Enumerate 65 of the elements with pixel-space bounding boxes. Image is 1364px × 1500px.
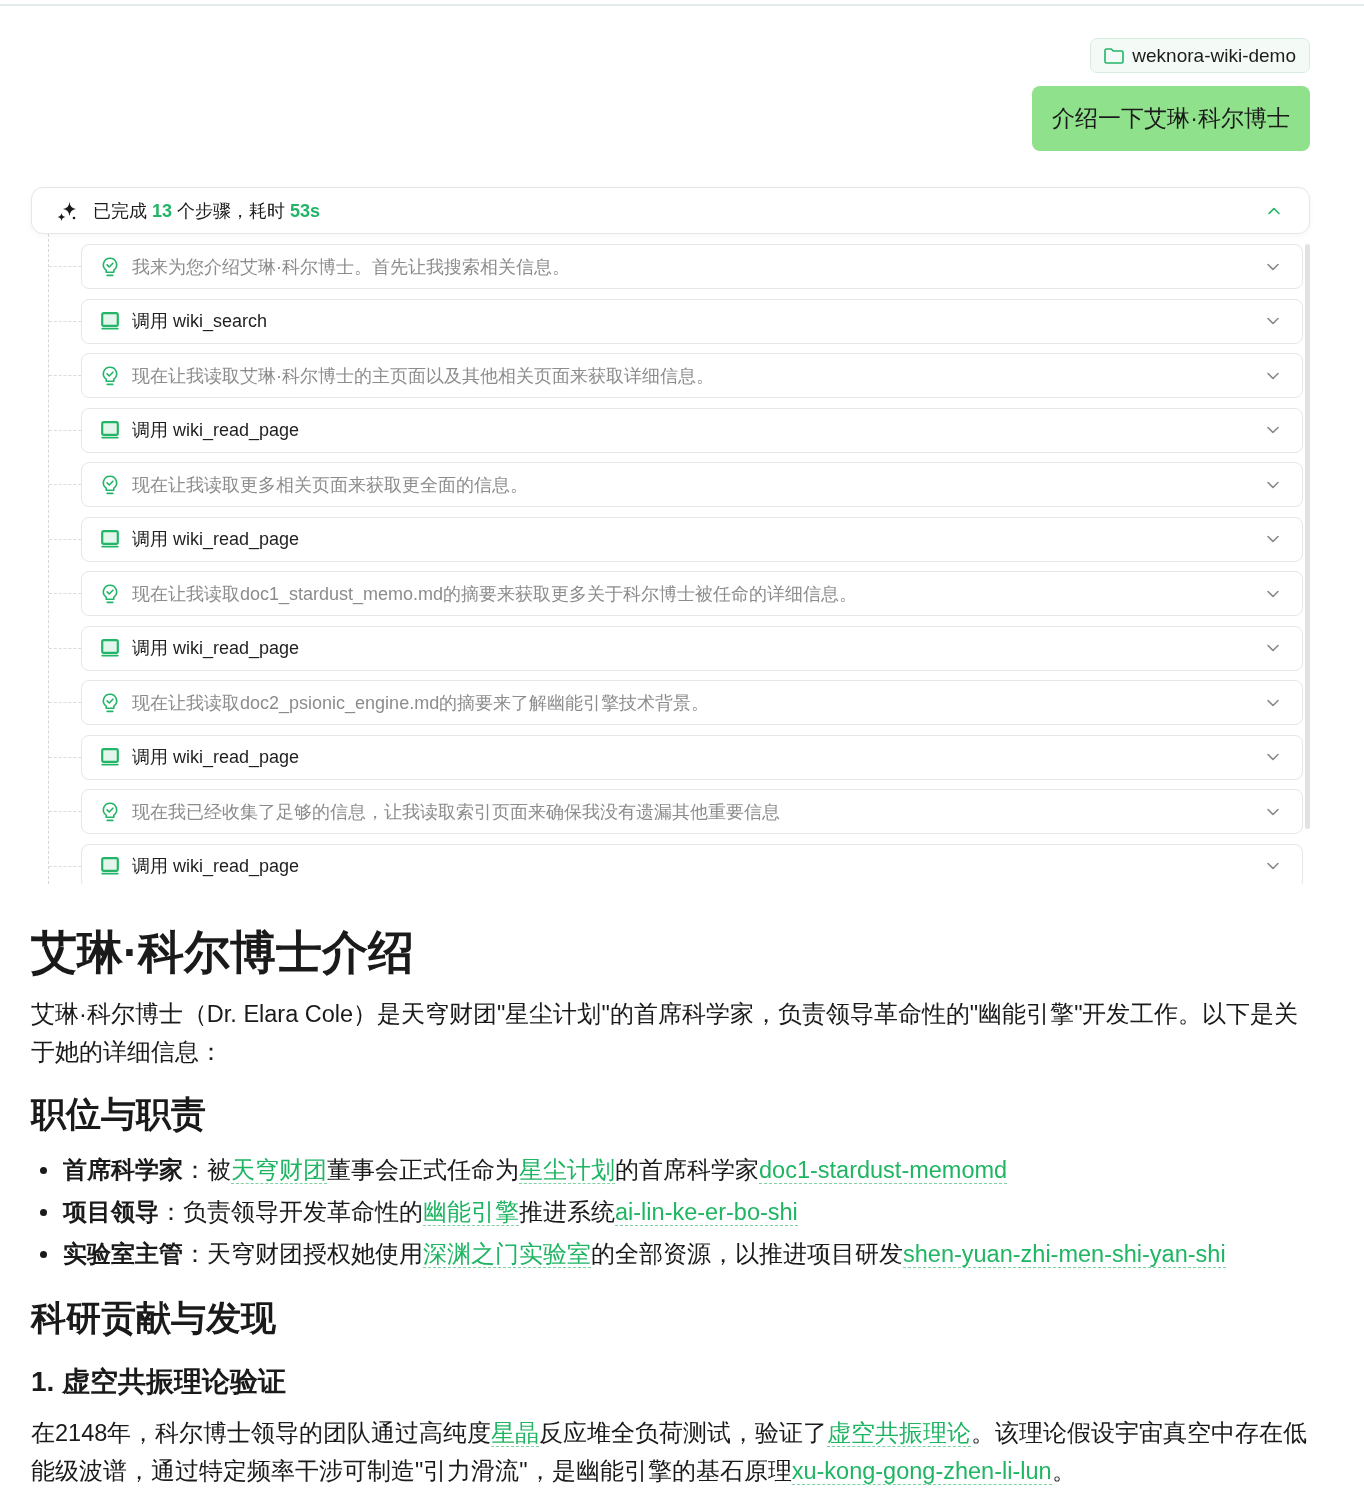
step-card[interactable]: 现在让我读取doc1_stardust_memo.md的摘要来获取更多关于科尔博士被任命的详细信息。 (81, 571, 1303, 616)
bullet-icon (40, 1167, 47, 1174)
lightbulb-check-icon (101, 692, 119, 713)
subsection-heading: 1. 虚空共振理论验证 (31, 1365, 288, 1399)
bullet-icon (40, 1209, 47, 1216)
step-text: 调用 wiki_read_page (132, 637, 300, 660)
lightbulb-check-icon (101, 583, 119, 604)
book-icon (101, 748, 119, 766)
paragraph-text: 在2148年，科尔博士领导的团队通过高纯度星晶反应堆全负荷测试，验证了虚空共振理论。该理论假设宇宙真空中存在低能级波谱，通过特定频率干涉可制造"引力滑流"，是幽能引擎的基石原理xu-kong-gong-zhen-li-lun。 (31, 1419, 1309, 1487)
step-text: 现在让我读取更多相关页面来获取更全面的信息。 (132, 473, 528, 497)
wiki-link[interactable]: 深渊之门实验室 (423, 1241, 591, 1268)
step-text: 现在让我读取艾琳·科尔博士的主页面以及其他相关页面来获取详细信息。 (132, 364, 714, 388)
step-text: 调用 wiki_read_page (132, 419, 300, 442)
step-card[interactable]: 现在让我读取更多相关页面来获取更全面的信息。 (81, 462, 1303, 507)
paragraph-text: 艾琳·科尔博士（Dr. Elara Cole）是天穹财团"星尘计划"的首席科学家，负责领导革命性的"幽能引擎"开发工作。以下是关于她的详细信息： (31, 1000, 1300, 1067)
sparkle-icon (57, 200, 77, 221)
book-icon (101, 421, 119, 439)
book-icon (101, 639, 119, 657)
folder-icon (1104, 47, 1125, 64)
step-text: 调用 wiki_read_page (132, 528, 300, 551)
step-card[interactable]: 调用 wiki_read_page (81, 843, 1303, 884)
step-text: 调用 wiki_read_page (132, 746, 300, 769)
wiki-link[interactable]: xu-kong-gong-zhen-li-lun (791, 1458, 1052, 1485)
list-item-text: 首席科学家：被天穹财团董事会正式任命为星尘计划的首席科学家doc1-stardust-memomd (63, 1156, 1008, 1186)
step-card[interactable]: 我来为您介绍艾琳·科尔博士。首先让我搜索相关信息。 (81, 244, 1303, 289)
book-icon (101, 857, 119, 875)
steps-summary-bar[interactable]: 已完成 13 个步骤，耗时 53s (31, 187, 1310, 234)
step-card[interactable]: 调用 wiki_search (81, 298, 1303, 344)
wiki-link[interactable]: ai-lin-ke-er-bo-shi (615, 1199, 798, 1226)
book-icon (101, 312, 119, 330)
step-card[interactable]: 调用 wiki_read_page (81, 516, 1303, 562)
list-item-text: 项目领导：负责领导开发革命性的幽能引擎推进系统ai-lin-ke-er-bo-shi (63, 1198, 798, 1228)
book-icon (101, 530, 119, 548)
wiki-link[interactable]: 星晶 (491, 1420, 540, 1447)
section-heading: 科研贡献与发现 (31, 1297, 277, 1339)
step-text: 现在让我读取doc2_psionic_engine.md的摘要来了解幽能引擎技术背景。 (132, 691, 710, 715)
step-card[interactable]: 调用 wiki_read_page (81, 625, 1303, 671)
wiki-link[interactable]: doc1-stardust-memomd (759, 1157, 1008, 1184)
step-card[interactable]: 现在让我读取doc2_psionic_engine.md的摘要来了解幽能引擎技术背景。 (81, 680, 1303, 725)
lightbulb-check-icon (101, 365, 119, 386)
steps-summary-text: 已完成 13 个步骤，耗时 53s (93, 199, 321, 223)
bullet-icon (40, 1251, 47, 1258)
step-card[interactable]: 现在让我读取艾琳·科尔博士的主页面以及其他相关页面来获取详细信息。 (81, 353, 1303, 398)
workspace-chip[interactable]: weknora-wiki-demo (1090, 38, 1310, 73)
section-heading: 职位与职责 (31, 1093, 207, 1135)
step-text: 现在让我读取doc1_stardust_memo.md的摘要来获取更多关于科尔博士被任命的详细信息。 (132, 582, 858, 606)
wiki-link[interactable]: 虚空共振理论 (827, 1420, 972, 1447)
step-text: 调用 wiki_read_page (132, 855, 300, 878)
wiki-link[interactable]: shen-yuan-zhi-men-shi-yan-shi (903, 1241, 1226, 1268)
lightbulb-check-icon (101, 801, 119, 822)
step-card[interactable]: 调用 wiki_read_page (81, 734, 1303, 780)
wiki-link[interactable]: 幽能引擎 (423, 1199, 519, 1226)
step-card[interactable]: 调用 wiki_read_page (81, 407, 1303, 453)
step-text: 现在我已经收集了足够的信息，让我读取索引页面来确保我没有遗漏其他重要信息 (132, 800, 780, 824)
scrollbar-thumb[interactable] (1305, 244, 1310, 829)
step-text: 调用 wiki_search (132, 310, 268, 333)
user-message-bubble: 介绍一下艾琳·科尔博士 (1032, 86, 1310, 151)
step-text: 我来为您介绍艾琳·科尔博士。首先让我搜索相关信息。 (132, 255, 570, 279)
list-item-text: 实验室主管：天穹财团授权她使用深渊之门实验室的全部资源，以推进项目研发shen-yuan-zhi-men-shi-yan-shi (63, 1240, 1226, 1270)
lightbulb-check-icon (101, 256, 119, 277)
answer-title: 艾琳·科尔博士介绍 (31, 925, 416, 980)
wiki-link[interactable]: 星尘计划 (519, 1157, 615, 1184)
step-card[interactable]: 现在我已经收集了足够的信息，让我读取索引页面来确保我没有遗漏其他重要信息 (81, 789, 1303, 834)
lightbulb-check-icon (101, 474, 119, 495)
wiki-link[interactable]: 天穹财团 (231, 1157, 327, 1184)
